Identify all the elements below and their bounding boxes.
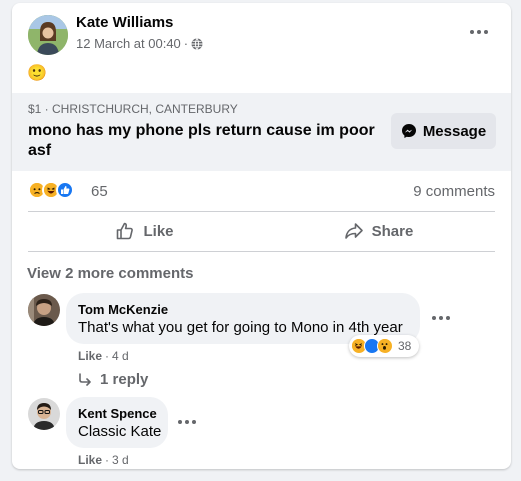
divider	[28, 211, 495, 212]
globe-icon	[191, 37, 203, 50]
reaction-icons[interactable]	[28, 181, 88, 201]
comment-author[interactable]: Tom McKenzie	[78, 302, 168, 317]
reaction-count[interactable]: 65	[91, 183, 108, 200]
comment-author[interactable]: Kent Spence	[78, 406, 157, 421]
reply-count: 1 reply	[100, 371, 149, 388]
like-icon	[56, 181, 74, 199]
view-more-comments[interactable]: View 2 more comments	[27, 265, 193, 282]
share-label: Share	[371, 222, 414, 240]
post-card: Kate Williams 12 March at 00:40 · 🙂 $1 ·…	[12, 3, 511, 469]
wow-icon	[377, 338, 393, 354]
comment-actions: Like · 3 d	[78, 453, 129, 467]
like-button[interactable]: Like	[28, 217, 261, 245]
comment-reaction-count: 38	[398, 339, 412, 353]
post-timestamp[interactable]: 12 March at 00:40	[76, 36, 181, 51]
share-button[interactable]: Share	[262, 217, 495, 245]
post-options-icon[interactable]	[470, 30, 488, 34]
comment-time[interactable]: 4 d	[112, 349, 129, 363]
comment-reactions[interactable]: 38	[349, 335, 419, 357]
share-icon	[344, 221, 364, 241]
comment-like-link[interactable]: Like	[78, 453, 102, 467]
post-meta: 12 March at 00:40 ·	[76, 36, 203, 51]
commenter-avatar[interactable]	[28, 398, 60, 430]
author-name[interactable]: Kate Williams	[76, 14, 173, 31]
messenger-icon	[401, 123, 417, 139]
meta-separator: ·	[105, 453, 110, 467]
like-label: Like	[143, 222, 174, 240]
meta-separator: ·	[105, 349, 110, 363]
message-button[interactable]: Message	[391, 113, 496, 149]
comment-time[interactable]: 3 d	[112, 453, 129, 467]
post-emoji: 🙂	[27, 65, 47, 82]
comment-actions: Like · 4 d	[78, 349, 129, 363]
view-replies[interactable]: 1 reply	[78, 371, 148, 388]
reply-arrow-icon	[78, 372, 92, 387]
comment-text: Classic Kate	[78, 423, 162, 440]
commenter-avatar[interactable]	[28, 294, 60, 326]
comment-options-icon[interactable]	[178, 420, 196, 424]
comment-like-link[interactable]: Like	[78, 349, 102, 363]
listing-meta: $1 · CHRISTCHURCH, CANTERBURY	[28, 102, 238, 116]
message-label: Message	[422, 122, 487, 140]
meta-separator: ·	[183, 36, 189, 51]
comment-options-icon[interactable]	[432, 316, 450, 320]
comment-text: That's what you get for going to Mono in…	[78, 319, 403, 336]
comments-count[interactable]: 9 comments	[413, 183, 495, 200]
thumbs-up-icon	[115, 221, 135, 241]
divider	[28, 251, 495, 252]
author-avatar[interactable]	[28, 15, 68, 55]
listing-title[interactable]: mono has my phone pls return cause im po…	[28, 121, 388, 161]
